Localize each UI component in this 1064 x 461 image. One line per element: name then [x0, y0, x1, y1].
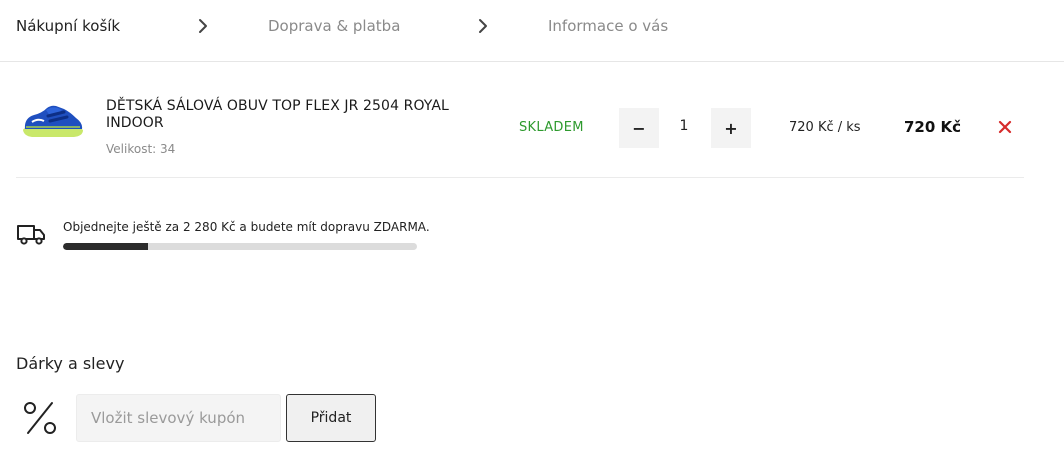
- free-shipping-text-end: .: [425, 220, 430, 234]
- step-shipping-payment[interactable]: Doprava & platba: [268, 16, 400, 36]
- free-shipping-message: Objednejte ještě za 2 280 Kč a budete mí…: [63, 220, 430, 234]
- step-customer-info[interactable]: Informace o vás: [548, 16, 668, 36]
- step-cart[interactable]: Nákupní košík: [16, 16, 120, 36]
- close-icon: [998, 120, 1012, 134]
- quantity-decrease-button[interactable]: −: [619, 108, 659, 148]
- product-name[interactable]: DĚTSKÁ SÁLOVÁ OBUV TOP FLEX JR 2504 ROYA…: [106, 98, 506, 132]
- free-shipping-free-label: ZDARMA: [373, 220, 426, 234]
- line-total: 720 Kč: [904, 118, 962, 136]
- product-size: Velikost: 34: [106, 142, 176, 156]
- percent-icon: [22, 400, 58, 436]
- free-shipping-text-middle: a budete mít dopravu: [235, 220, 374, 234]
- quantity-increase-button[interactable]: +: [711, 108, 751, 148]
- remove-item-button[interactable]: [996, 118, 1014, 136]
- product-thumbnail[interactable]: [20, 96, 86, 146]
- truck-icon: [16, 222, 46, 246]
- free-shipping-remaining-amount: 2 280 Kč: [182, 220, 236, 234]
- add-coupon-button[interactable]: Přidat: [286, 394, 376, 442]
- free-shipping-progress-bar: [63, 243, 417, 250]
- chevron-right-icon: [198, 18, 208, 34]
- quantity-value[interactable]: 1: [666, 118, 702, 134]
- checkout-steps: Nákupní košík Doprava & platba Informace…: [0, 0, 1064, 62]
- chevron-right-icon: [478, 18, 488, 34]
- free-shipping-text-start: Objednejte ještě za: [63, 220, 183, 234]
- cart-item-row: DĚTSKÁ SÁLOVÁ OBUV TOP FLEX JR 2504 ROYA…: [16, 78, 1024, 178]
- gifts-discounts-title: Dárky a slevy: [16, 354, 125, 373]
- free-shipping-progress-fill: [63, 243, 148, 250]
- stock-status: SKLADEM: [519, 120, 584, 135]
- unit-price: 720 Kč / ks: [789, 120, 861, 135]
- coupon-code-input[interactable]: [76, 394, 281, 442]
